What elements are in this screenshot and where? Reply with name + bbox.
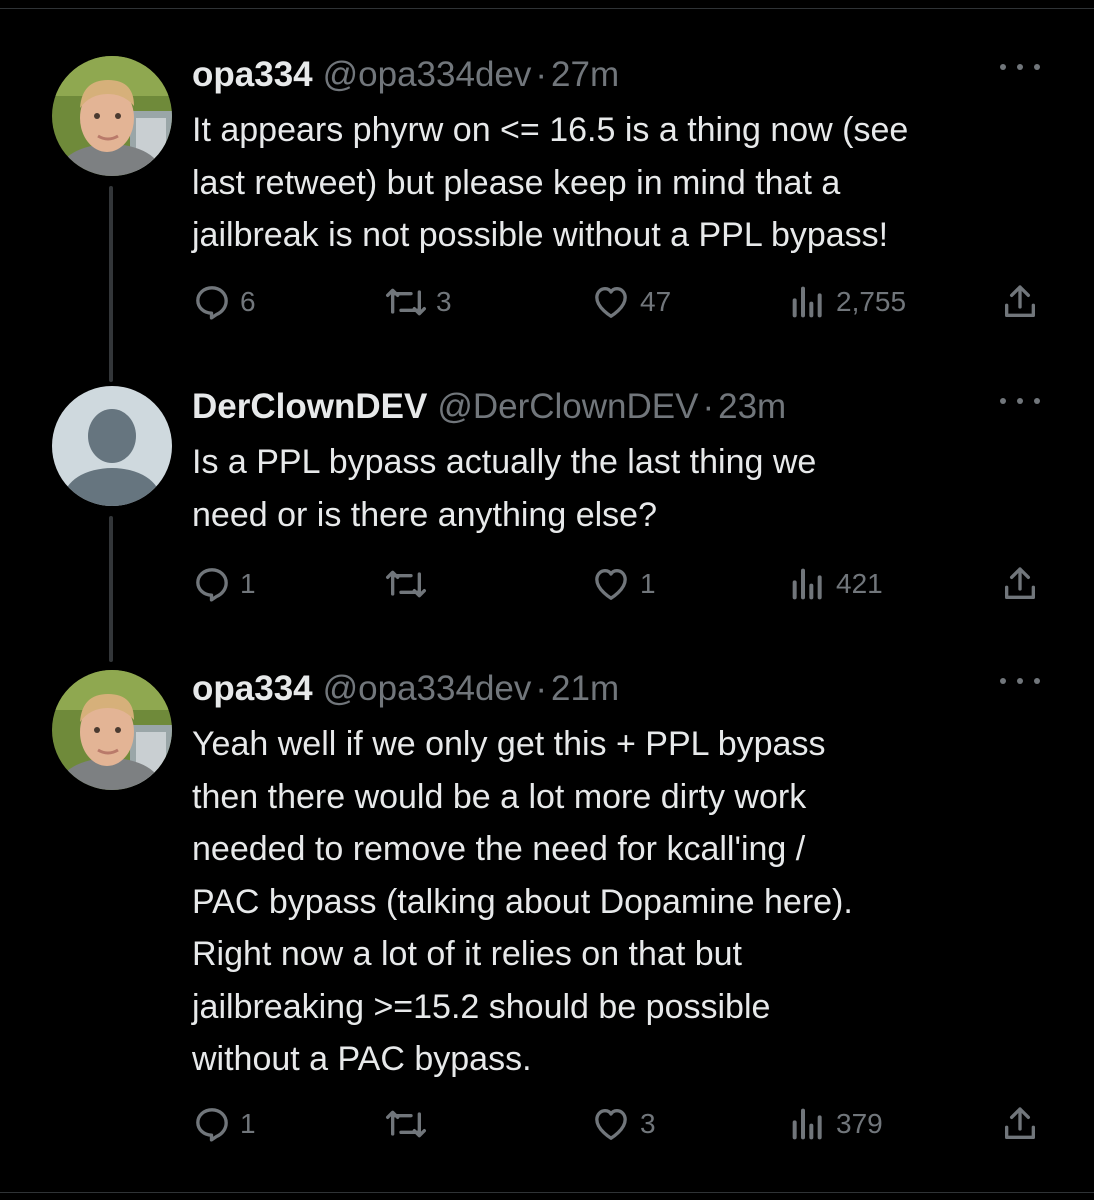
tweet-text: Is a PPL bypass actually the last thing …: [192, 436, 1062, 541]
tweet-text: Yeah well if we only get this + PPL bypa…: [192, 718, 1062, 1086]
views-icon: [792, 1108, 822, 1140]
reply-icon: [196, 1108, 228, 1142]
reply-count: 1: [240, 1108, 256, 1139]
reply-button[interactable]: 6: [192, 280, 256, 324]
user-handle[interactable]: @DerClownDEV: [437, 382, 698, 432]
like-button[interactable]: 47: [590, 280, 671, 324]
like-button[interactable]: 3: [590, 1102, 656, 1146]
avatar[interactable]: [52, 56, 172, 176]
reply-count: 1: [240, 568, 256, 599]
tweet-text-line: jailbreak is not possible without a PPL …: [192, 216, 889, 254]
like-count: 3: [640, 1108, 656, 1139]
tweet-text-line: then there would be a lot more dirty wor…: [192, 777, 807, 816]
avatar[interactable]: [52, 670, 172, 790]
views-icon: [792, 568, 822, 600]
like-icon: [595, 569, 627, 600]
views-button[interactable]: 379: [788, 1102, 883, 1146]
separator-dot: ·: [535, 55, 548, 94]
tweet-header: DerClownDEV @DerClownDEV · 23m: [192, 382, 786, 432]
tweet-text-line: last retweet) but please keep in mind th…: [192, 163, 841, 202]
reply-icon: [196, 568, 228, 602]
user-handle[interactable]: @opa334dev: [323, 664, 532, 714]
share-icon: [1005, 285, 1035, 317]
retweet-button[interactable]: 3: [384, 280, 452, 324]
tweet-text-line: It appears phyrw on <= 16.5 is a thing n…: [192, 111, 909, 149]
separator-dot: ·: [702, 387, 715, 426]
more-icon[interactable]: [1000, 60, 1040, 74]
user-handle[interactable]: @opa334dev: [323, 50, 532, 100]
retweet-icon: [385, 570, 426, 598]
reply-button[interactable]: 1: [192, 562, 256, 606]
display-name[interactable]: opa334: [192, 50, 313, 100]
share-button[interactable]: [1000, 1102, 1048, 1146]
views-count: 421: [836, 568, 883, 599]
more-icon[interactable]: [1000, 674, 1040, 688]
share-button[interactable]: [1000, 562, 1048, 606]
share-icon: [1005, 1107, 1035, 1139]
share-button[interactable]: [1000, 280, 1048, 324]
retweet-count: 3: [436, 286, 452, 317]
tweet-actions: 1 3 379: [192, 1102, 1052, 1146]
like-icon: [595, 287, 627, 318]
thread-line: [109, 186, 113, 382]
timestamp[interactable]: 27m: [551, 50, 619, 100]
views-count: 379: [836, 1108, 883, 1139]
tweet-actions: 6 3 47 2,755: [192, 280, 1052, 324]
display-name[interactable]: DerClownDEV: [192, 382, 427, 432]
views-icon: [792, 286, 822, 318]
tweet-text-line: Right now a lot of it relies on that but: [192, 935, 742, 973]
tweet-text-line: jailbreaking >=15.2 should be possible: [192, 987, 771, 1026]
reply-icon: [196, 286, 228, 320]
like-icon: [595, 1109, 627, 1140]
tweet-text-line: Yeah well if we only get this + PPL bypa…: [192, 725, 826, 763]
reply-button[interactable]: 1: [192, 1102, 256, 1146]
share-icon: [1005, 567, 1035, 599]
more-icon[interactable]: [1000, 394, 1040, 408]
tweet-text-line: need or is there anything else?: [192, 495, 657, 534]
tweet-text-line: without a PAC bypass.: [192, 1040, 532, 1078]
views-button[interactable]: 2,755: [788, 280, 906, 324]
thread-line: [109, 516, 113, 662]
retweet-icon: [385, 1110, 426, 1138]
avatar[interactable]: [52, 386, 172, 506]
display-name[interactable]: opa334: [192, 664, 313, 714]
reply-count: 6: [240, 286, 256, 317]
like-count: 1: [640, 568, 656, 599]
like-button[interactable]: 1: [590, 562, 656, 606]
tweet-text-line: needed to remove the need for kcall'ing …: [192, 830, 806, 868]
tweet-text-line: Is a PPL bypass actually the last thing …: [192, 443, 817, 481]
bottom-divider: [0, 1192, 1094, 1193]
views-button[interactable]: 421: [788, 562, 883, 606]
tweet-header: opa334 @opa334dev · 21m: [192, 664, 619, 714]
tweet-text-line: PAC bypass (talking about Dopamine here)…: [192, 882, 853, 921]
top-divider: [0, 8, 1094, 9]
views-count: 2,755: [836, 286, 907, 317]
tweet-text: It appears phyrw on <= 16.5 is a thing n…: [192, 104, 1062, 262]
tweet-actions: 1 1 421: [192, 562, 1052, 606]
timestamp[interactable]: 23m: [718, 382, 786, 432]
retweet-button[interactable]: [384, 1102, 436, 1146]
timestamp[interactable]: 21m: [551, 664, 619, 714]
retweet-button[interactable]: [384, 562, 436, 606]
like-count: 47: [640, 286, 672, 317]
separator-dot: ·: [535, 669, 548, 708]
retweet-icon: [385, 288, 426, 316]
tweet-header: opa334 @opa334dev · 27m: [192, 50, 619, 100]
